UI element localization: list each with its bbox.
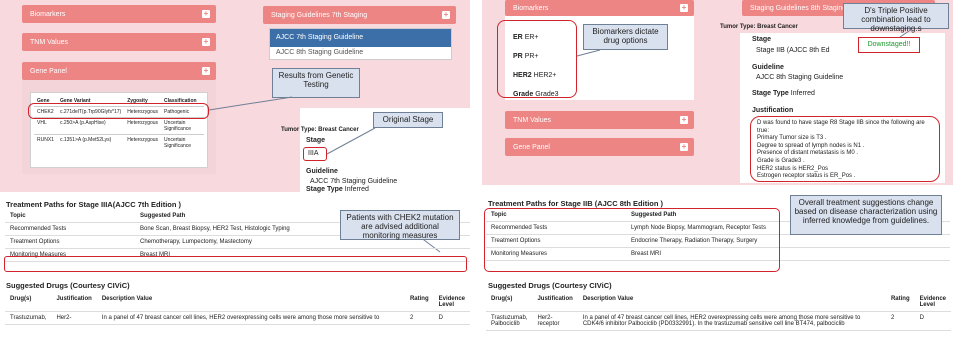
drugs-left: Suggested Drugs (Courtesy CIViC) Drug(s)…: [0, 277, 470, 325]
cell: 2: [885, 311, 915, 331]
col-drugs: Drug(s): [486, 293, 533, 312]
col-rating: Rating: [885, 293, 915, 312]
col-rating: Rating: [404, 293, 434, 312]
drugs-right-title: Suggested Drugs (Courtesy CIViC): [488, 281, 612, 290]
cell: Her2- receptor: [532, 311, 578, 331]
drugs-left-table: Drug(s) Justification Description Value …: [5, 293, 470, 325]
treatment-left-title: Treatment Paths for Stage IIIA(AJCC 7th …: [6, 200, 182, 209]
col-drugs: Drug(s): [5, 293, 52, 312]
cell: Treatment Options: [5, 235, 135, 249]
table-row: Trastuzumab, Her2- In a panel of 47 brea…: [5, 311, 470, 325]
cell: In a panel of 47 breast cancer cell line…: [96, 311, 405, 325]
col-topic: Topic: [5, 210, 135, 223]
drugs-right: Suggested Drugs (Courtesy CIViC) Drug(s)…: [482, 277, 953, 337]
cell: 2: [404, 311, 434, 325]
col-evidence: Evidence Level: [914, 293, 951, 312]
drugs-left-title: Suggested Drugs (Courtesy CIViC): [6, 281, 130, 290]
cell: D: [914, 311, 951, 331]
cell: Recommended Tests: [5, 222, 135, 236]
cell: Trastuzumab,: [5, 311, 52, 325]
table-header: Drug(s) Justification Description Value …: [5, 293, 470, 312]
col-description: Description Value: [96, 293, 405, 312]
treatment-right-highlight: [484, 208, 780, 272]
cell: Her2-: [51, 311, 97, 325]
callout-chek2: Patients with CHEK2 mutation are advised…: [340, 210, 460, 240]
col-justification: Justification: [51, 293, 97, 312]
cell: Trastuzumab, Palbociclib: [486, 311, 533, 331]
col-justification: Justification: [532, 293, 578, 312]
callout-overall: Overall treatment suggestions change bas…: [790, 195, 942, 235]
drugs-right-table: Drug(s) Justification Description Value …: [486, 293, 951, 331]
table-row: Trastuzumab, Palbociclib Her2- receptor …: [486, 311, 951, 331]
cell: D: [433, 311, 470, 325]
col-description: Description Value: [577, 293, 886, 312]
col-evidence: Evidence Level: [433, 293, 470, 312]
table-header: Drug(s) Justification Description Value …: [486, 293, 951, 312]
monitoring-highlight: [4, 256, 467, 272]
cell: In a panel of 47 breast cancer cell line…: [577, 311, 886, 331]
